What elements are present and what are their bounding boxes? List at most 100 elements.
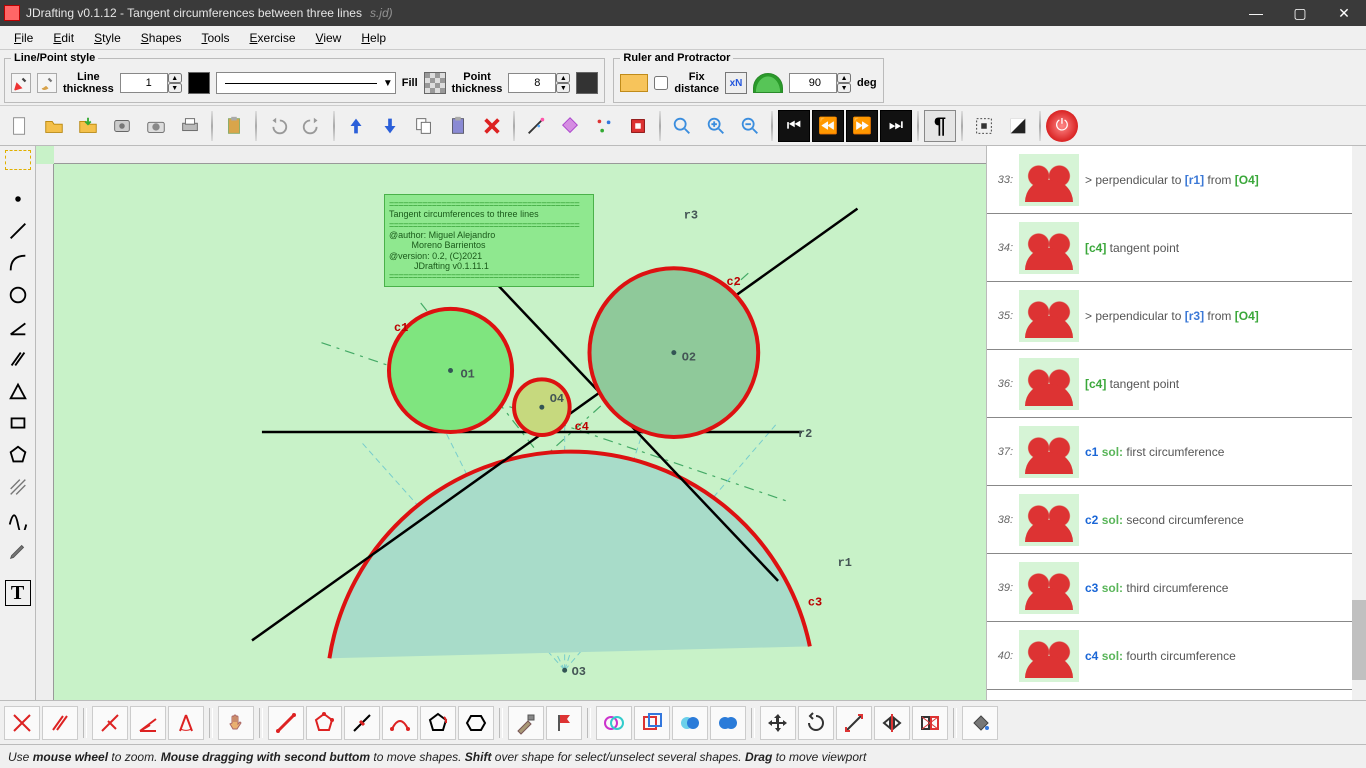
step-row[interactable]: 39: c3 sol: third circumference (987, 554, 1352, 622)
step-row[interactable]: 34: [c4] tangent point (987, 214, 1352, 282)
angle-down[interactable]: ▼ (837, 83, 851, 93)
move-up-button[interactable] (340, 110, 372, 142)
new-file-button[interactable] (4, 110, 36, 142)
step-row[interactable]: 38: c2 sol: second circumference (987, 486, 1352, 554)
undo-button[interactable] (262, 110, 294, 142)
menu-view[interactable]: View (306, 29, 352, 47)
menu-style[interactable]: Style (84, 29, 131, 47)
window-maximize-button[interactable]: ▢ (1278, 0, 1322, 26)
step-row[interactable]: 36: [c4] tangent point (987, 350, 1352, 418)
ruler-icon[interactable] (620, 74, 648, 92)
angle-tool[interactable] (3, 312, 33, 342)
venn-fill-tool[interactable] (672, 706, 708, 740)
open-file-button[interactable] (38, 110, 70, 142)
zoom-out-button[interactable] (734, 110, 766, 142)
point-color-swatch[interactable] (576, 72, 598, 94)
canvas-area[interactable]: O1 O2 O4 O3 c1 c2 c4 c3 r3 r2 r1 =======… (36, 146, 986, 700)
menu-shapes[interactable]: Shapes (131, 29, 192, 47)
hammer-tool[interactable] (508, 706, 544, 740)
point-tool[interactable] (3, 184, 33, 214)
delete-button[interactable] (476, 110, 508, 142)
hatch-tool[interactable] (3, 472, 33, 502)
line-thickness-down[interactable]: ▼ (168, 83, 182, 93)
menu-file[interactable]: File (4, 29, 43, 47)
line-thickness-up[interactable]: ▲ (168, 73, 182, 83)
polygon-tool[interactable] (3, 440, 33, 470)
arc-tool[interactable] (3, 248, 33, 278)
player-first-button[interactable]: ⏮ (778, 110, 810, 142)
rect-outline-tool[interactable] (634, 706, 670, 740)
menu-exercise[interactable]: Exercise (240, 29, 306, 47)
step-list[interactable]: 33: > perpendicular to [r1] from [O4]34:… (987, 146, 1352, 700)
zoom-in-button[interactable] (700, 110, 732, 142)
points-button[interactable] (588, 110, 620, 142)
point-thickness-down[interactable]: ▼ (556, 83, 570, 93)
copy-button[interactable] (408, 110, 440, 142)
protractor-icon[interactable] (753, 73, 783, 93)
segment-red-tool[interactable] (268, 706, 304, 740)
step-row[interactable]: 40: c4 sol: fourth circumference (987, 622, 1352, 690)
flip-tool[interactable] (912, 706, 948, 740)
camera-button[interactable] (140, 110, 172, 142)
invert-button[interactable] (1002, 110, 1034, 142)
rotate-tool[interactable] (798, 706, 834, 740)
step-row[interactable]: 35: > perpendicular to [r3] from [O4] (987, 282, 1352, 350)
brush-tool-icon[interactable] (37, 73, 57, 93)
diamond-button[interactable] (554, 110, 586, 142)
line-cut-tool[interactable] (344, 706, 380, 740)
pencil-tool[interactable] (3, 536, 33, 566)
step-row[interactable]: 37: c1 sol: first circumference (987, 418, 1352, 486)
steps-scrollbar[interactable] (1352, 146, 1366, 700)
rect-tool[interactable] (3, 408, 33, 438)
move-down-button[interactable] (374, 110, 406, 142)
menu-tools[interactable]: Tools (191, 29, 239, 47)
xn-button[interactable]: xN (725, 72, 747, 94)
rotate-polygon-tool[interactable] (420, 706, 456, 740)
hand-tool[interactable] (218, 706, 254, 740)
select-rect-tool[interactable] (5, 150, 31, 170)
redo-button[interactable] (296, 110, 328, 142)
circle-tool[interactable] (3, 280, 33, 310)
compass-tool[interactable] (168, 706, 204, 740)
point-thickness-up[interactable]: ▲ (556, 73, 570, 83)
intersection-tool[interactable] (4, 706, 40, 740)
bisector-tool[interactable] (130, 706, 166, 740)
fill-bucket-tool[interactable] (962, 706, 998, 740)
curve-tool[interactable] (3, 504, 33, 534)
step-row[interactable]: 33: > perpendicular to [r1] from [O4] (987, 146, 1352, 214)
angle-up[interactable]: ▲ (837, 73, 851, 83)
polygon-nodes-tool[interactable] (306, 706, 342, 740)
line-tool[interactable] (3, 216, 33, 246)
hexagon-tool[interactable] (458, 706, 494, 740)
perpendicular-tool[interactable] (92, 706, 128, 740)
player-next-button[interactable]: ⏩ (846, 110, 878, 142)
select-all-button[interactable] (968, 110, 1000, 142)
line-thickness-input[interactable] (120, 73, 168, 93)
parallel-bottom-tool[interactable] (42, 706, 78, 740)
line-style-combo[interactable]: ▼ (216, 72, 396, 94)
mirror-tool[interactable] (874, 706, 910, 740)
pen-tool-icon[interactable] (11, 73, 31, 93)
triangle-tool[interactable] (3, 376, 33, 406)
parallel-tool[interactable] (3, 344, 33, 374)
circles-fill-tool[interactable] (710, 706, 746, 740)
text-tool[interactable]: T (5, 580, 31, 606)
angle-input[interactable] (789, 73, 837, 93)
power-button[interactable]: ⏻ (1046, 110, 1078, 142)
zoom-fit-button[interactable] (666, 110, 698, 142)
window-minimize-button[interactable]: — (1234, 0, 1278, 26)
venn-outline-tool[interactable] (596, 706, 632, 740)
move-tool[interactable] (760, 706, 796, 740)
clipboard-button[interactable] (442, 110, 474, 142)
menu-edit[interactable]: Edit (43, 29, 84, 47)
arc-nodes-tool[interactable] (382, 706, 418, 740)
player-last-button[interactable]: ⏭ (880, 110, 912, 142)
paste-button[interactable] (218, 110, 250, 142)
highlight-button[interactable] (622, 110, 654, 142)
magic-wand-button[interactable] (520, 110, 552, 142)
print-button[interactable] (174, 110, 206, 142)
window-close-button[interactable]: ✕ (1322, 0, 1366, 26)
scale-tool[interactable] (836, 706, 872, 740)
stroke-color-swatch[interactable] (188, 72, 210, 94)
point-thickness-input[interactable] (508, 73, 556, 93)
